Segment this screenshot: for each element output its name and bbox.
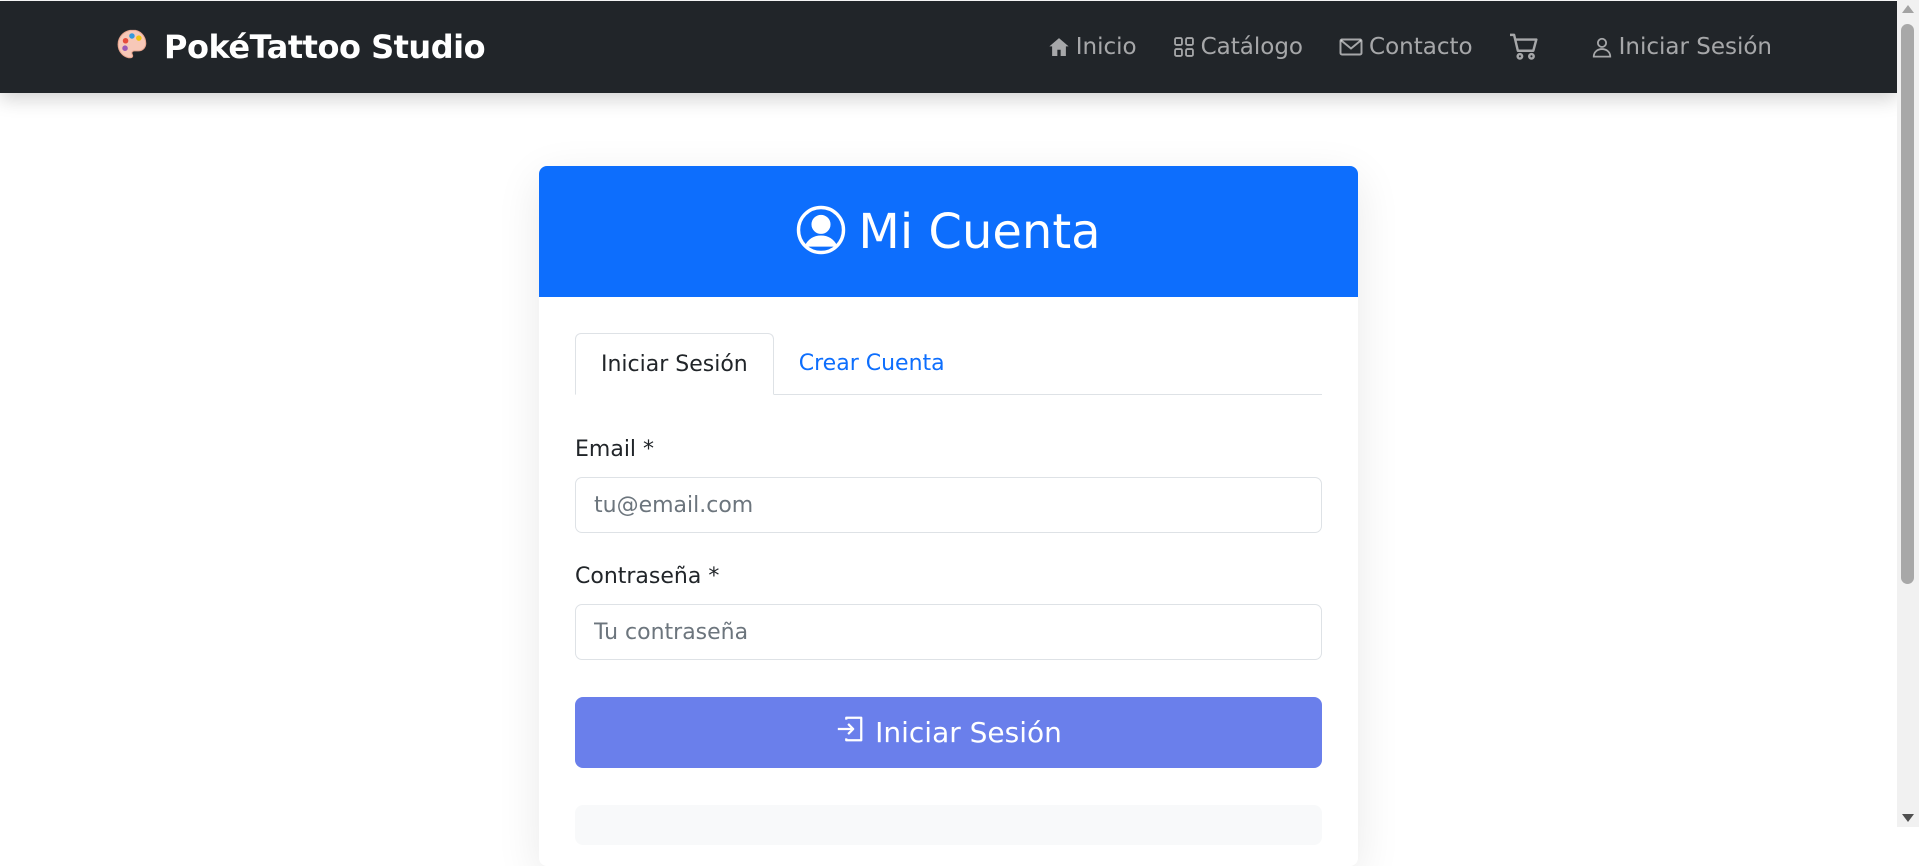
tab-iniciar-sesion[interactable]: Iniciar Sesión <box>575 333 774 395</box>
password-label: Contraseña * <box>575 564 720 589</box>
login-submit-label: Iniciar Sesión <box>875 716 1062 749</box>
cart-icon <box>1509 33 1539 61</box>
card-body: Iniciar Sesión Crear Cuenta Email * Cont… <box>539 297 1358 845</box>
cart-button[interactable] <box>1509 33 1539 61</box>
scroll-down-icon[interactable] <box>1902 814 1914 822</box>
navbar: PokéTattoo Studio Inicio Catálogo Contac… <box>0 1 1897 93</box>
nav-link-inicio[interactable]: Inicio <box>1048 34 1137 60</box>
grid-icon <box>1173 36 1195 58</box>
envelope-icon <box>1339 36 1363 58</box>
palette-icon <box>116 28 150 66</box>
brand-name: PokéTattoo Studio <box>164 28 486 66</box>
auth-tabs: Iniciar Sesión Crear Cuenta <box>575 333 1322 395</box>
tab-crear-cuenta[interactable]: Crear Cuenta <box>774 333 970 394</box>
person-icon <box>1591 36 1613 58</box>
card-header: Mi Cuenta <box>539 166 1358 297</box>
box-arrow-in-right-icon <box>835 714 865 751</box>
person-circle-icon <box>796 205 846 259</box>
nav-link-contacto-label: Contacto <box>1369 34 1473 60</box>
scroll-up-icon[interactable] <box>1902 5 1914 13</box>
page-scrollbar[interactable] <box>1897 0 1919 827</box>
nav-link-contacto[interactable]: Contacto <box>1339 34 1473 60</box>
nav-link-login-label: Iniciar Sesión <box>1618 34 1772 60</box>
nav-links: Inicio Catálogo Contacto Iniciar Sesión <box>1048 1 1772 93</box>
login-submit-button[interactable]: Iniciar Sesión <box>575 697 1322 768</box>
nav-link-inicio-label: Inicio <box>1075 34 1137 60</box>
scroll-thumb[interactable] <box>1901 24 1914 584</box>
account-card: Mi Cuenta Iniciar Sesión Crear Cuenta Em… <box>539 166 1358 866</box>
house-icon <box>1048 36 1070 58</box>
password-field[interactable] <box>575 604 1322 660</box>
email-label: Email * <box>575 437 655 462</box>
brand-link[interactable]: PokéTattoo Studio <box>116 1 486 93</box>
card-title: Mi Cuenta <box>858 203 1101 260</box>
nav-link-catalogo[interactable]: Catálogo <box>1173 34 1303 60</box>
info-box <box>575 805 1322 845</box>
nav-link-catalogo-label: Catálogo <box>1200 34 1304 60</box>
email-field[interactable] <box>575 477 1322 533</box>
nav-link-login[interactable]: Iniciar Sesión <box>1591 34 1772 60</box>
